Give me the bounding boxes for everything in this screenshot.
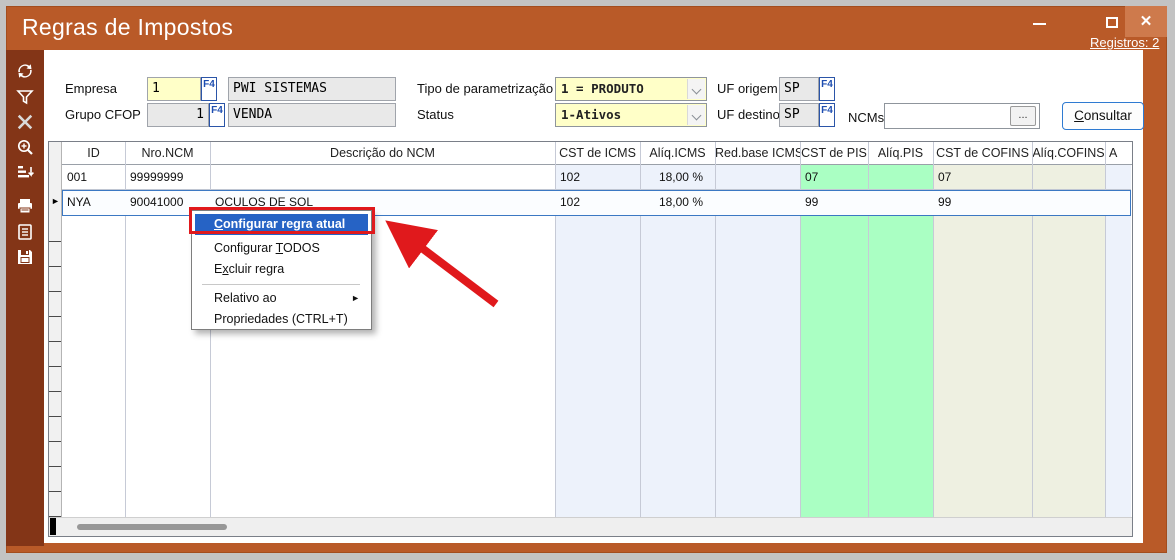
save-icon[interactable] bbox=[14, 246, 36, 268]
row2-cst-pis[interactable]: 99 bbox=[800, 190, 868, 215]
row1-id[interactable]: 001 bbox=[62, 165, 125, 190]
row2-cst-cofins[interactable]: 99 bbox=[933, 190, 1032, 215]
row1-aliq-icms[interactable]: 18,00 % bbox=[640, 165, 715, 190]
column-header-cst-pis[interactable]: CST de PIS bbox=[800, 142, 868, 165]
grupo-cfop-code-input[interactable]: 1 bbox=[147, 103, 209, 127]
scrollbar-left-block bbox=[50, 518, 56, 535]
menu-item-excluir-regra[interactable]: Excluir regra bbox=[195, 259, 368, 280]
dropdown-button[interactable] bbox=[687, 79, 705, 99]
minimize-button[interactable] bbox=[1028, 10, 1052, 34]
consultar-button[interactable]: Consultar bbox=[1062, 102, 1144, 130]
sort-icon[interactable] bbox=[14, 161, 36, 183]
ncms-label: NCMs bbox=[848, 110, 884, 125]
report-icon[interactable] bbox=[14, 221, 36, 243]
maximize-button[interactable] bbox=[1100, 10, 1124, 34]
close-button[interactable]: ✕ bbox=[1125, 6, 1167, 37]
column-header-red-base-icms[interactable]: Red.base ICMS bbox=[715, 142, 800, 165]
zoom-icon[interactable] bbox=[14, 136, 36, 158]
column-header-descricao[interactable]: Descrição do NCM bbox=[210, 142, 555, 165]
status-select[interactable]: 1-Ativos bbox=[555, 103, 707, 127]
row1-cst-cofins[interactable]: 07 bbox=[933, 165, 1032, 190]
window-title: Regras de Impostos bbox=[22, 14, 233, 41]
dropdown-button[interactable] bbox=[687, 105, 705, 125]
icms-columns-tint bbox=[555, 165, 800, 517]
grupo-cfop-f4-lookup-button[interactable]: F4 bbox=[209, 103, 225, 127]
tipo-parametrizacao-label: Tipo de parametrização bbox=[417, 81, 553, 96]
uf-origem-f4-lookup-button[interactable]: F4 bbox=[819, 77, 835, 101]
column-header-cst-icms[interactable]: CST de ICMS bbox=[555, 142, 640, 165]
uf-destino-f4-lookup-button[interactable]: F4 bbox=[819, 103, 835, 127]
left-toolbar bbox=[6, 50, 44, 546]
submenu-arrow-icon: ► bbox=[351, 288, 360, 309]
column-header-aliq-icms[interactable]: Alíq.ICMS bbox=[640, 142, 715, 165]
print-icon[interactable] bbox=[14, 195, 36, 217]
uf-origem-label: UF origem bbox=[717, 81, 778, 96]
current-row-pointer-icon: ► bbox=[51, 196, 60, 206]
empresa-label: Empresa bbox=[65, 81, 117, 96]
menu-item-relativo-ao[interactable]: Relativo ao► bbox=[195, 288, 368, 309]
menu-separator bbox=[202, 284, 360, 285]
uf-destino-input[interactable]: SP bbox=[779, 103, 819, 127]
column-header-aliq-pis[interactable]: Alíq.PIS bbox=[868, 142, 933, 165]
last-column-tint bbox=[1105, 165, 1131, 517]
refresh-icon[interactable] bbox=[14, 60, 36, 82]
annotation-arrow bbox=[372, 208, 507, 313]
row2-aliq-icms[interactable]: 18,00 % bbox=[640, 190, 715, 215]
tipo-parametrizacao-select[interactable]: 1 = PRODUTO bbox=[555, 77, 707, 101]
filter-icon[interactable] bbox=[14, 86, 36, 108]
registros-count-link[interactable]: Registros: 2 bbox=[1090, 35, 1163, 50]
horizontal-scrollbar-thumb[interactable] bbox=[77, 524, 227, 530]
annotation-highlight-box bbox=[189, 207, 375, 234]
uf-origem-input[interactable]: SP bbox=[779, 77, 819, 101]
chevron-down-icon bbox=[692, 111, 702, 121]
row1-cst-icms[interactable]: 102 bbox=[555, 165, 640, 190]
column-header-truncated[interactable]: A bbox=[1105, 142, 1131, 165]
tipo-parametrizacao-value: 1 = PRODUTO bbox=[561, 81, 644, 96]
ncms-browse-button[interactable]: ... bbox=[1010, 106, 1036, 126]
status-value: 1-Ativos bbox=[561, 107, 621, 122]
maximize-icon bbox=[1106, 17, 1118, 28]
clear-filter-icon[interactable] bbox=[14, 111, 36, 133]
menu-item-propriedades[interactable]: Propriedades (CTRL+T) bbox=[195, 309, 368, 330]
row1-nro-ncm[interactable]: 99999999 bbox=[125, 165, 210, 190]
row2-id[interactable]: NYA bbox=[62, 190, 125, 215]
grupo-cfop-name-field: VENDA bbox=[228, 103, 396, 127]
empresa-code-input[interactable]: 1 bbox=[147, 77, 201, 101]
column-header-id[interactable]: ID bbox=[62, 142, 125, 165]
cofins-columns-tint bbox=[933, 165, 1105, 517]
status-label: Status bbox=[417, 107, 454, 122]
row1-cst-pis[interactable]: 07 bbox=[800, 165, 868, 190]
minimize-icon bbox=[1033, 23, 1046, 25]
chevron-down-icon bbox=[692, 85, 702, 95]
empresa-f4-lookup-button[interactable]: F4 bbox=[201, 77, 217, 101]
uf-destino-label: UF destino bbox=[717, 107, 780, 122]
menu-item-configurar-todos[interactable]: Configurar TODOS bbox=[195, 238, 368, 259]
column-header-cst-cofins[interactable]: CST de COFINS bbox=[933, 142, 1032, 165]
column-header-nro-ncm[interactable]: Nro.NCM bbox=[125, 142, 210, 165]
empresa-name-field: PWI SISTEMAS bbox=[228, 77, 396, 101]
column-header-aliq-cofins[interactable]: Alíq.COFINS bbox=[1032, 142, 1105, 165]
grupo-cfop-label: Grupo CFOP bbox=[65, 107, 141, 122]
row2-cst-icms[interactable]: 102 bbox=[555, 190, 640, 215]
row1-descricao[interactable] bbox=[210, 165, 555, 190]
pis-columns-tint bbox=[800, 165, 933, 517]
